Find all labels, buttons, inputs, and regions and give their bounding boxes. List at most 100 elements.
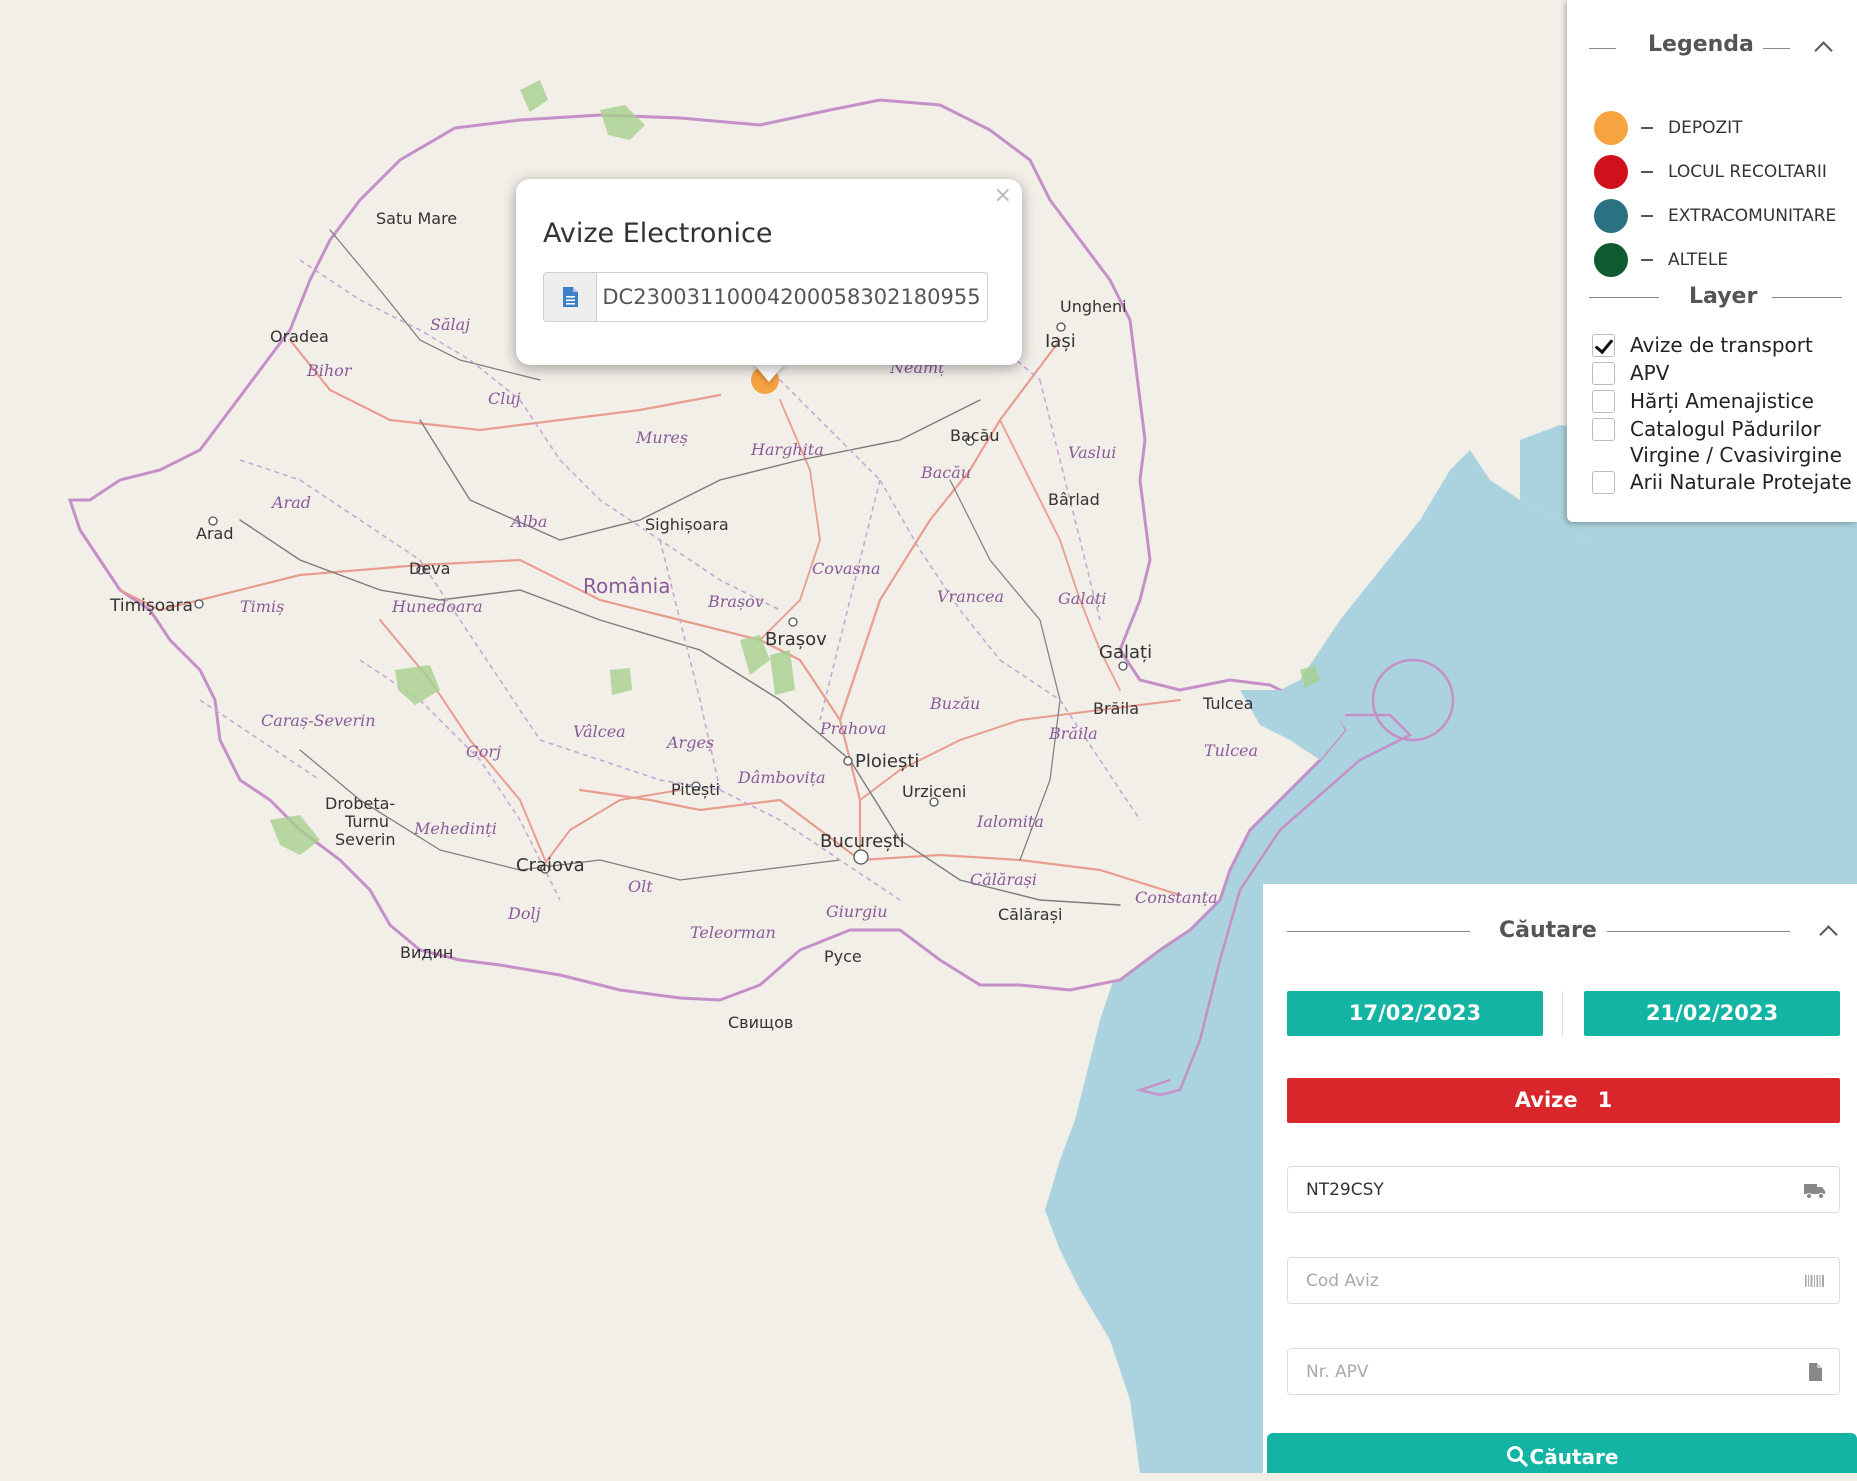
search-button-label: Căutare [1529,1445,1619,1469]
city-label: Русе [824,947,862,966]
city-label: Bacău [950,426,1000,445]
avize-popup: × Avize Electronice DC230031100042000583… [516,179,1022,365]
layer-label: Catalogul Pădurilor [1630,417,1821,441]
legend-label: LOCUL RECOLTARII [1668,162,1827,182]
city-label: Brașov [765,629,827,650]
layer-checkbox[interactable] [1592,390,1615,413]
county-label: Brăila [1048,724,1098,743]
layer-checkbox[interactable] [1592,418,1615,441]
county-label: Mureș [635,428,688,447]
aviz-code-field[interactable]: DC230031100042000583021809​55 [543,272,988,322]
avize-count-bar: Avize 1 [1287,1078,1840,1123]
close-icon[interactable]: × [994,183,1012,208]
county-label: Vrancea [937,587,1004,606]
chevron-up-icon[interactable] [1819,925,1838,944]
divider [1589,48,1616,49]
city-label: Drobeta- [325,794,395,813]
file-icon [1809,1363,1822,1381]
divider [1607,931,1790,932]
nr-apv-field[interactable] [1287,1348,1840,1395]
county-label: Tulcea [1204,741,1258,760]
city-label: Brăila [1093,699,1139,718]
county-label: Mehedinți [413,819,497,838]
legend-item-depozit: DEPOZIT [1594,111,1854,147]
date-to-button[interactable]: 21/02/2023 [1584,991,1840,1036]
legend-header: Legenda [1567,32,1857,66]
nr-apv-input[interactable] [1288,1349,1786,1394]
legend-label: EXTRACOMUNITARE [1668,206,1837,226]
legend-title: Legenda [1648,32,1754,57]
county-label: Alba [509,512,547,531]
avize-label: Avize [1514,1088,1578,1112]
legend-dot [1594,155,1628,189]
country-label: România [583,574,670,598]
city-label: Iași [1045,331,1076,352]
avize-count: 1 [1597,1088,1613,1112]
divider [1763,48,1790,49]
city-label: București [820,831,905,852]
legend-dot [1594,111,1628,145]
county-label: Bihor [306,361,353,380]
legend-label: DEPOZIT [1668,118,1743,138]
county-label: Dolj [507,904,541,923]
divider [1589,297,1659,298]
city-label: Severin [335,830,395,849]
county-label: Hunedoara [391,597,483,616]
legend-dash [1641,171,1653,173]
cod-aviz-field[interactable] [1287,1257,1840,1304]
city-label: Galați [1099,642,1152,663]
legend-dash [1641,215,1653,217]
legend-dot [1594,199,1628,233]
popup-tip [752,362,786,382]
county-label: Argeș [665,733,714,752]
divider [1287,931,1470,932]
date-from-button[interactable]: 17/02/2023 [1287,991,1543,1036]
plate-field[interactable] [1287,1166,1840,1213]
county-label: Buzău [929,694,980,713]
city-label: Turnu [344,812,389,831]
layer-label: Hărți Amenajistice [1630,389,1814,413]
search-button[interactable]: Căutare [1267,1433,1857,1473]
legend-dot [1594,243,1628,277]
legend-item-locul-recoltarii: LOCUL RECOLTARII [1594,155,1854,191]
city-label: Craiova [516,855,585,876]
county-label: Cluj [488,389,521,408]
city-label: Arad [196,524,233,543]
legend-item-extracomunitare: EXTRACOMUNITARE [1594,199,1854,235]
county-label: Giurgiu [826,902,888,921]
legend-dash [1641,127,1653,129]
county-label: Ialomița [976,812,1044,831]
county-label: Vâlcea [573,722,626,741]
city-label: Bârlad [1048,490,1100,509]
divider [1562,991,1563,1036]
layer-checkbox[interactable] [1592,334,1615,357]
county-label: Timiș [240,597,284,616]
county-label: Caraș-Severin [261,711,376,730]
county-label: Olt [628,877,653,896]
county-label: Arad [270,493,311,512]
search-title: Căutare [1499,918,1597,943]
layer-checkbox[interactable] [1592,471,1615,494]
search-icon [1506,1446,1528,1467]
city-label: Ploiești [855,751,919,772]
county-label: Vaslui [1068,443,1116,462]
county-label: Harghita [750,440,824,459]
city-label: Urziceni [902,782,966,801]
legend-item-altele: ALTELE [1594,243,1854,279]
county-label: Galați [1058,589,1107,608]
layer-label: Virgine / Cvasivirgine [1630,443,1842,467]
county-label: Teleorman [690,923,776,942]
city-label: Oradea [270,327,329,346]
county-label: Călărași [970,870,1037,889]
city-label: Satu Mare [376,209,457,228]
county-label: Covasna [812,559,881,578]
divider [1772,297,1842,298]
city-label: Călărași [998,905,1062,924]
barcode-icon [1805,1275,1824,1287]
chevron-up-icon[interactable] [1814,41,1833,60]
cod-aviz-input[interactable] [1288,1258,1786,1303]
search-panel: Căutare 17/02/2023 21/02/2023 Avize 1 NT… [1263,884,1857,1473]
popup-title: Avize Electronice [543,218,773,249]
layer-checkbox[interactable] [1592,362,1615,385]
plate-input[interactable] [1288,1167,1786,1212]
